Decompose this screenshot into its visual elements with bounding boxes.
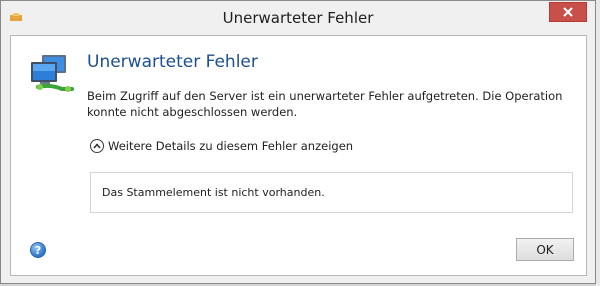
network-computers-icon <box>31 55 74 92</box>
details-text: Das Stammelement ist nicht vorhanden. <box>102 186 325 199</box>
ok-button[interactable]: OK <box>516 238 574 261</box>
help-symbol: ? <box>34 243 42 257</box>
title-bar[interactable]: Unerwarteter Fehler <box>1 1 595 35</box>
dialog-heading: Unerwarteter Fehler <box>87 52 258 72</box>
window-title: Unerwarteter Fehler <box>222 9 374 27</box>
details-toggle-label: Weitere Details zu diesem Fehler anzeige… <box>108 139 354 153</box>
dialog-footer: ? OK <box>10 227 587 275</box>
error-dialog-window: Unerwarteter Fehler Unerwarteter Fehler … <box>0 0 596 284</box>
chevron-up-icon <box>90 139 104 153</box>
details-panel: Das Stammelement ist nicht vorhanden. <box>90 172 573 213</box>
error-message: Beim Zugriff auf den Server ist ein uner… <box>87 89 563 119</box>
background-edge <box>596 0 600 286</box>
close-button[interactable] <box>549 2 587 22</box>
help-icon[interactable]: ? <box>30 242 46 258</box>
close-icon <box>563 7 573 17</box>
details-toggle[interactable]: Weitere Details zu diesem Fehler anzeige… <box>90 139 353 153</box>
